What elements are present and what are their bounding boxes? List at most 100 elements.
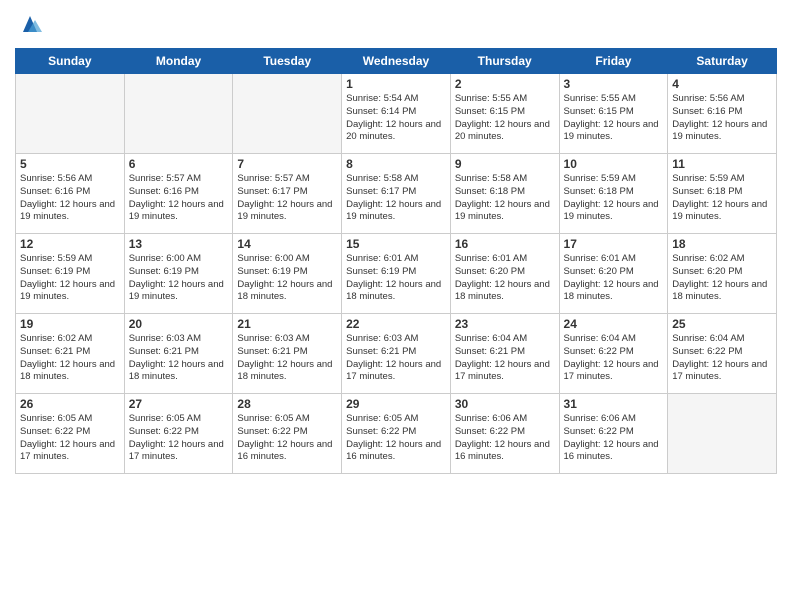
calendar-cell: [233, 74, 342, 154]
calendar-cell: [16, 74, 125, 154]
day-info: Sunrise: 5:55 AM Sunset: 6:15 PM Dayligh…: [564, 93, 664, 144]
calendar-cell: 2Sunrise: 5:55 AM Sunset: 6:15 PM Daylig…: [450, 74, 559, 154]
calendar-week-1: 1 Sunrise: 5:54 AM Sunset: 6:14 PM Daylig…: [16, 74, 777, 154]
calendar-cell: 15Sunrise: 6:01 AM Sunset: 6:19 PM Dayli…: [342, 234, 451, 314]
day-info: Sunrise: 6:02 AM Sunset: 6:21 PM Dayligh…: [20, 333, 120, 384]
calendar-cell: 20Sunrise: 6:03 AM Sunset: 6:21 PM Dayli…: [124, 314, 233, 394]
calendar-cell: 1 Sunrise: 5:54 AM Sunset: 6:14 PM Daylig…: [342, 74, 451, 154]
day-info: Sunrise: 6:02 AM Sunset: 6:20 PM Dayligh…: [672, 253, 772, 304]
day-number: 22: [346, 317, 446, 331]
day-info: Sunrise: 6:05 AM Sunset: 6:22 PM Dayligh…: [237, 413, 337, 464]
calendar-cell: 27 Sunrise: 6:05 AM Sunset: 6:22 PM Dayli…: [124, 394, 233, 474]
calendar-cell: 5 Sunrise: 5:56 AM Sunset: 6:16 PM Daylig…: [16, 154, 125, 234]
calendar-cell: 21 Sunrise: 6:03 AM Sunset: 6:21 PM Dayli…: [233, 314, 342, 394]
day-number: 12: [20, 237, 120, 251]
day-number: 29: [346, 397, 446, 411]
calendar-header-saturday: Saturday: [668, 49, 777, 74]
calendar-cell: 26 Sunrise: 6:05 AM Sunset: 6:22 PM Dayli…: [16, 394, 125, 474]
day-number: 19: [20, 317, 120, 331]
day-number: 7: [237, 157, 337, 171]
calendar-week-5: 26 Sunrise: 6:05 AM Sunset: 6:22 PM Dayli…: [16, 394, 777, 474]
day-info: Sunrise: 6:01 AM Sunset: 6:20 PM Dayligh…: [455, 253, 555, 304]
day-info: Sunrise: 6:00 AM Sunset: 6:19 PM Dayligh…: [129, 253, 229, 304]
calendar-cell: [124, 74, 233, 154]
day-info: Sunrise: 6:06 AM Sunset: 6:22 PM Dayligh…: [455, 413, 555, 464]
logo: [15, 10, 45, 40]
day-number: 2: [455, 77, 555, 91]
calendar-cell: 25 Sunrise: 6:04 AM Sunset: 6:22 PM Dayli…: [668, 314, 777, 394]
calendar-cell: 10 Sunrise: 5:59 AM Sunset: 6:18 PM Dayli…: [559, 154, 668, 234]
calendar-cell: 17Sunrise: 6:01 AM Sunset: 6:20 PM Dayli…: [559, 234, 668, 314]
day-info: Sunrise: 5:59 AM Sunset: 6:18 PM Dayligh…: [672, 173, 772, 224]
day-number: 13: [129, 237, 229, 251]
day-number: 28: [237, 397, 337, 411]
day-number: 26: [20, 397, 120, 411]
day-number: 10: [564, 157, 664, 171]
day-number: 25: [672, 317, 772, 331]
day-number: 11: [672, 157, 772, 171]
day-info: Sunrise: 6:03 AM Sunset: 6:21 PM Dayligh…: [237, 333, 337, 384]
calendar-cell: 28 Sunrise: 6:05 AM Sunset: 6:22 PM Dayli…: [233, 394, 342, 474]
calendar-cell: 30 Sunrise: 6:06 AM Sunset: 6:22 PM Dayli…: [450, 394, 559, 474]
day-info: Sunrise: 5:58 AM Sunset: 6:17 PM Dayligh…: [346, 173, 446, 224]
day-number: 21: [237, 317, 337, 331]
calendar-header-friday: Friday: [559, 49, 668, 74]
calendar-table: SundayMondayTuesdayWednesdayThursdayFrid…: [15, 48, 777, 474]
calendar-week-2: 5 Sunrise: 5:56 AM Sunset: 6:16 PM Daylig…: [16, 154, 777, 234]
day-info: Sunrise: 5:59 AM Sunset: 6:19 PM Dayligh…: [20, 253, 120, 304]
logo-icon: [15, 10, 45, 40]
calendar-header-tuesday: Tuesday: [233, 49, 342, 74]
day-number: 16: [455, 237, 555, 251]
day-info: Sunrise: 6:04 AM Sunset: 6:22 PM Dayligh…: [564, 333, 664, 384]
day-number: 1: [346, 77, 446, 91]
day-number: 23: [455, 317, 555, 331]
day-number: 17: [564, 237, 664, 251]
calendar-cell: 3 Sunrise: 5:55 AM Sunset: 6:15 PM Daylig…: [559, 74, 668, 154]
day-number: 6: [129, 157, 229, 171]
calendar-cell: 19 Sunrise: 6:02 AM Sunset: 6:21 PM Dayli…: [16, 314, 125, 394]
day-number: 5: [20, 157, 120, 171]
calendar-header-monday: Monday: [124, 49, 233, 74]
day-number: 27: [129, 397, 229, 411]
day-number: 14: [237, 237, 337, 251]
day-info: Sunrise: 6:01 AM Sunset: 6:19 PM Dayligh…: [346, 253, 446, 304]
calendar-cell: 7 Sunrise: 5:57 AM Sunset: 6:17 PM Daylig…: [233, 154, 342, 234]
day-info: Sunrise: 5:56 AM Sunset: 6:16 PM Dayligh…: [672, 93, 772, 144]
day-number: 31: [564, 397, 664, 411]
day-info: Sunrise: 5:57 AM Sunset: 6:16 PM Dayligh…: [129, 173, 229, 224]
calendar-cell: 4 Sunrise: 5:56 AM Sunset: 6:16 PM Daylig…: [668, 74, 777, 154]
calendar-header-thursday: Thursday: [450, 49, 559, 74]
calendar-header-row: SundayMondayTuesdayWednesdayThursdayFrid…: [16, 49, 777, 74]
calendar-cell: [668, 394, 777, 474]
page: SundayMondayTuesdayWednesdayThursdayFrid…: [0, 0, 792, 612]
day-info: Sunrise: 6:03 AM Sunset: 6:21 PM Dayligh…: [129, 333, 229, 384]
day-info: Sunrise: 6:05 AM Sunset: 6:22 PM Dayligh…: [20, 413, 120, 464]
day-info: Sunrise: 6:04 AM Sunset: 6:22 PM Dayligh…: [672, 333, 772, 384]
calendar-cell: 12 Sunrise: 5:59 AM Sunset: 6:19 PM Dayli…: [16, 234, 125, 314]
calendar-header-sunday: Sunday: [16, 49, 125, 74]
day-number: 24: [564, 317, 664, 331]
calendar-cell: 18 Sunrise: 6:02 AM Sunset: 6:20 PM Dayli…: [668, 234, 777, 314]
day-info: Sunrise: 6:06 AM Sunset: 6:22 PM Dayligh…: [564, 413, 664, 464]
day-info: Sunrise: 5:56 AM Sunset: 6:16 PM Dayligh…: [20, 173, 120, 224]
day-info: Sunrise: 5:59 AM Sunset: 6:18 PM Dayligh…: [564, 173, 664, 224]
day-info: Sunrise: 6:05 AM Sunset: 6:22 PM Dayligh…: [129, 413, 229, 464]
day-info: Sunrise: 5:57 AM Sunset: 6:17 PM Dayligh…: [237, 173, 337, 224]
calendar-cell: 14Sunrise: 6:00 AM Sunset: 6:19 PM Dayli…: [233, 234, 342, 314]
calendar-cell: 16 Sunrise: 6:01 AM Sunset: 6:20 PM Dayli…: [450, 234, 559, 314]
calendar-cell: 8 Sunrise: 5:58 AM Sunset: 6:17 PM Daylig…: [342, 154, 451, 234]
day-number: 30: [455, 397, 555, 411]
calendar-cell: 31 Sunrise: 6:06 AM Sunset: 6:22 PM Dayli…: [559, 394, 668, 474]
day-number: 4: [672, 77, 772, 91]
calendar-week-3: 12 Sunrise: 5:59 AM Sunset: 6:19 PM Dayli…: [16, 234, 777, 314]
day-number: 9: [455, 157, 555, 171]
calendar-cell: 13 Sunrise: 6:00 AM Sunset: 6:19 PM Dayli…: [124, 234, 233, 314]
day-number: 8: [346, 157, 446, 171]
calendar-week-4: 19 Sunrise: 6:02 AM Sunset: 6:21 PM Dayli…: [16, 314, 777, 394]
day-info: Sunrise: 5:54 AM Sunset: 6:14 PM Dayligh…: [346, 93, 446, 144]
calendar-cell: 6 Sunrise: 5:57 AM Sunset: 6:16 PM Daylig…: [124, 154, 233, 234]
day-number: 3: [564, 77, 664, 91]
day-number: 18: [672, 237, 772, 251]
calendar-cell: 9Sunrise: 5:58 AM Sunset: 6:18 PM Daylig…: [450, 154, 559, 234]
calendar-cell: 11 Sunrise: 5:59 AM Sunset: 6:18 PM Dayli…: [668, 154, 777, 234]
